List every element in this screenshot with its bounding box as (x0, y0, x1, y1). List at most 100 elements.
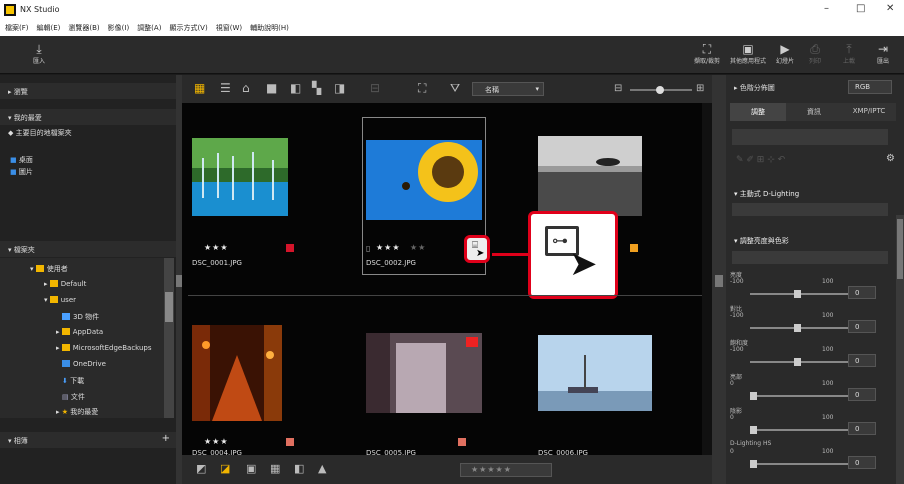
highlights-slider[interactable] (750, 392, 848, 400)
saturation-slider[interactable] (750, 358, 848, 366)
tree-item[interactable]: ▸ MicrosoftEdgeBackups (56, 344, 152, 352)
tab-adjust[interactable]: 調整 (730, 103, 786, 121)
folders-section[interactable]: ▾ 檔案夾 (0, 241, 176, 257)
map-view-icon[interactable]: ⌂ (242, 81, 250, 95)
thumbnail-image[interactable] (192, 138, 288, 216)
dlighting-hs-value[interactable]: 0 (848, 456, 876, 469)
thumbnail-grid-icon[interactable]: ▦ (194, 81, 205, 95)
fit-icon[interactable]: ⛶ (418, 81, 426, 96)
contrast-slider[interactable] (750, 324, 848, 332)
histogram-icon[interactable]: ▲ (318, 462, 326, 475)
gear-icon[interactable]: ⚙ (886, 153, 895, 164)
protect-icon: ▯ (366, 244, 371, 253)
rating-stars[interactable]: ★★★ (204, 243, 229, 252)
tree-item[interactable]: ⬇ 下載 (62, 376, 84, 386)
shadows-value[interactable]: 0 (848, 422, 876, 435)
thumbnail-image[interactable] (538, 136, 642, 216)
menu-browser[interactable]: 瀏覽器(B) (63, 20, 102, 33)
compare-view-icon[interactable]: ▚ (312, 81, 321, 95)
contrast-value[interactable]: 0 (848, 320, 876, 333)
sort-select[interactable]: 名稱 ▾ (472, 82, 544, 96)
print-button[interactable]: ⎙ 列印 (804, 42, 826, 65)
brightness-slider[interactable] (750, 290, 848, 298)
thumbnail-image[interactable] (366, 333, 482, 413)
protect-button-highlight[interactable]: ⌸ ➤ (464, 235, 490, 263)
compare-icon[interactable]: ◧ (294, 462, 304, 475)
thumbnail-size-slider[interactable] (630, 86, 692, 94)
grid-scrollbar[interactable] (702, 103, 712, 455)
minimize-button[interactable]: – (824, 3, 829, 14)
rotate-left-icon[interactable]: ◩ (196, 462, 206, 475)
channel-select[interactable]: RGB (848, 80, 892, 94)
list-view-icon[interactable]: ☰ (220, 81, 231, 95)
tree-item[interactable]: 3D 物件 (62, 312, 99, 322)
saturation-value[interactable]: 0 (848, 354, 876, 367)
right-splitter[interactable] (712, 75, 726, 484)
filter-icon[interactable]: ⛛ (450, 81, 460, 96)
compare-2-view-icon[interactable]: ◨ (334, 81, 345, 95)
zoom-in-icon[interactable]: ⊞ (696, 83, 704, 94)
brightness-value[interactable]: 0 (848, 286, 876, 299)
dlighting-select[interactable] (732, 203, 888, 216)
single-view-icon[interactable]: ■ (266, 81, 277, 95)
tree-item[interactable]: ▸ AppData (56, 328, 103, 336)
menu-image[interactable]: 影像(I) (103, 20, 133, 33)
rating-stars[interactable]: ★★★ (204, 437, 229, 446)
rotate-right-icon[interactable]: ◪ (220, 462, 230, 475)
dlighting-hs-slider[interactable] (750, 460, 848, 468)
crop-button[interactable]: ⛶ 擷取/裁剪 (690, 42, 724, 65)
tree-item[interactable]: OneDrive (62, 360, 106, 368)
other-apps-button[interactable]: ▣ 其他應用程式 (726, 42, 770, 65)
grid-overlay-icon[interactable]: ▦ (270, 462, 280, 475)
tree-item[interactable]: ▾ 使用者 (30, 264, 68, 274)
tree-item[interactable]: ▾ user (44, 296, 76, 304)
favorite-pictures[interactable]: ■ 圖片 (10, 167, 33, 177)
filmstrip-view-icon[interactable]: ◧ (290, 81, 301, 95)
import-button[interactable]: ⤓ 匯入 (28, 42, 50, 65)
add-album-icon[interactable]: + (162, 433, 170, 444)
slideshow-button[interactable]: ▶ 幻燈片 (774, 42, 796, 65)
rating-stars[interactable]: ★★★ (376, 243, 401, 252)
export-button[interactable]: ⇥ 匯出 (872, 42, 894, 65)
tone-select[interactable] (732, 251, 888, 264)
right-scrollbar[interactable] (896, 215, 904, 484)
rating-bar[interactable]: ★★★★★ (460, 463, 552, 477)
maximize-button[interactable]: □ (856, 3, 865, 14)
menu-adjust[interactable]: 調整(A) (132, 20, 164, 33)
tab-xmp[interactable]: XMP/IPTC (842, 103, 896, 121)
thumbnail-image[interactable] (192, 325, 282, 421)
menu-edit[interactable]: 編輯(E) (32, 20, 64, 33)
favorites-section[interactable]: ▾ 我的最愛 (0, 109, 176, 125)
preset-select[interactable] (732, 129, 888, 145)
upload-button[interactable]: ⤒ 上載 (838, 42, 860, 65)
rating-stars-empty[interactable]: ★★ (410, 243, 426, 252)
highlights-value[interactable]: 0 (848, 388, 876, 401)
browse-section[interactable]: ▸ 瀏覽 (0, 83, 176, 99)
shadows-slider[interactable] (750, 426, 848, 434)
tree-item[interactable]: ▸ ★ 我的最愛 (56, 407, 98, 417)
info-icon[interactable]: ▣ (246, 462, 256, 475)
close-button[interactable]: ✕ (886, 3, 894, 14)
tree-item[interactable]: ▸ Default (44, 280, 86, 288)
color-label-badge (286, 244, 294, 252)
thumbnail-image[interactable] (366, 140, 482, 220)
zoom-out-icon[interactable]: ⊟ (614, 83, 622, 94)
favorite-main-folder[interactable]: ◆ 主要目的地檔案夾 (8, 128, 72, 138)
menu-file[interactable]: 檔案(F) (0, 20, 32, 33)
adjust-tools-icon: ✎ ✐ ⊞ ⊹ ↶ (736, 155, 786, 165)
tree-scrollbar[interactable] (164, 258, 174, 418)
active-dlighting-section[interactable]: ▾ 主動式 D-Lighting (728, 186, 894, 200)
menu-view[interactable]: 顯示方式(V) (164, 20, 210, 33)
menu-window[interactable]: 視窗(W) (211, 20, 245, 33)
tone-section[interactable]: ▾ 調整亮度與色彩 (728, 233, 894, 247)
desktop-icon: ■ (10, 156, 17, 164)
albums-section[interactable]: ▾ 相簿 + (0, 432, 176, 448)
favorite-desktop[interactable]: ■ 桌面 (10, 155, 33, 165)
app-logo-icon (4, 4, 16, 16)
callout-connector (492, 253, 532, 256)
thumbnail-image[interactable] (538, 335, 652, 411)
align-icon[interactable]: ⊟ (370, 81, 380, 95)
menu-help[interactable]: 輔助說明(H) (245, 20, 292, 33)
tree-item[interactable]: ▤ 文件 (62, 392, 85, 402)
tab-info[interactable]: 資訊 (786, 103, 842, 121)
